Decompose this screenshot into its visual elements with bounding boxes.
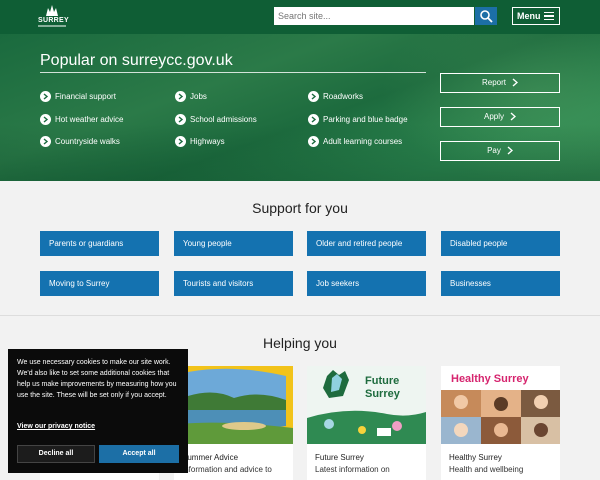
menu-label: Menu [517,11,541,21]
card-title: Healthy Surrey [449,453,502,462]
chevron-right-icon [175,136,186,147]
summer-lake-illustration [174,366,293,444]
logo-text: SURREY [38,17,69,24]
popular-hero: Popular on surreycc.gov.uk Financial sup… [0,34,600,181]
chevron-right-icon [308,136,319,147]
surrey-logo[interactable]: SURREY [38,4,69,30]
card-image-healthy: Healthy Surrey [441,366,560,444]
hero-title: Popular on surreycc.gov.uk [40,52,233,69]
crest-icon [46,5,58,16]
popular-link-label: Parking and blue badge [323,115,408,124]
chevron-right-icon [507,146,513,155]
search-icon [480,10,493,23]
popular-link-roadworks[interactable]: Roadworks [308,91,363,103]
card-image-summer [174,366,293,444]
popular-link-jobs[interactable]: Jobs [175,91,207,103]
chevron-right-icon [40,136,51,147]
tile-disabled-people[interactable]: Disabled people [441,231,560,256]
tile-job-seekers[interactable]: Job seekers [307,271,426,296]
healthy-image-text: Healthy Surrey [451,373,530,385]
popular-link-hot-weather-advice[interactable]: Hot weather advice [40,114,123,126]
chevron-right-icon [175,91,186,102]
hero-divider [40,72,426,73]
tile-businesses[interactable]: Businesses [441,271,560,296]
healthy-surrey-collage: Healthy Surrey [441,366,560,444]
tile-parents-guardians[interactable]: Parents or guardians [40,231,159,256]
tile-older-retired-people[interactable]: Older and retired people [307,231,426,256]
card-title: Summer Advice [182,453,239,462]
popular-link-label: Countryside walks [55,137,120,146]
search-input[interactable] [274,7,474,25]
popular-link-label: Jobs [190,92,207,101]
card-description: Latest information on [315,465,390,474]
future-image-text-1: Future [365,375,399,387]
section-divider [0,315,600,316]
popular-link-label: Adult learning courses [323,137,403,146]
logo-underline [38,25,66,27]
accept-all-button[interactable]: Accept all [99,445,179,463]
helping-card-healthy-surrey[interactable]: Healthy Surrey Healthy Surrey Health and… [441,366,560,480]
popular-link-school-admissions[interactable]: School admissions [175,114,257,126]
helping-card-future-surrey[interactable]: Future Surrey Future Surrey Latest infor… [307,366,426,480]
helping-card-summer-advice[interactable]: Summer Advice Information and advice to [174,366,293,480]
hamburger-icon [544,12,554,20]
cookie-message: We use necessary cookies to make our sit… [17,359,177,399]
chevron-right-icon [308,91,319,102]
popular-link-label: Hot weather advice [55,115,124,124]
future-surrey-illustration: Future Surrey [307,366,426,444]
menu-button[interactable]: Menu [512,7,560,25]
pay-button[interactable]: Pay [440,141,560,161]
apply-label: Apply [483,112,504,121]
chevron-right-icon [512,78,518,87]
report-label: Report [481,78,506,87]
future-image-text-2: Surrey [365,388,401,400]
card-image-future: Future Surrey [307,366,426,444]
report-button[interactable]: Report [440,73,560,93]
card-description: Health and wellbeing [449,465,524,474]
popular-link-countryside-walks[interactable]: Countryside walks [40,136,120,148]
popular-link-label: Highways [190,137,225,146]
popular-link-parking-blue-badge[interactable]: Parking and blue badge [308,114,408,126]
privacy-notice-link[interactable]: View our privacy notice [17,423,95,430]
tile-tourists-visitors[interactable]: Tourists and visitors [174,271,293,296]
chevron-right-icon [308,114,319,125]
card-description: Information and advice to [182,465,272,474]
chevron-right-icon [40,114,51,125]
popular-link-label: School admissions [190,115,257,124]
search-button[interactable] [475,7,497,25]
site-header: SURREY Menu [0,0,600,34]
tile-moving-to-surrey[interactable]: Moving to Surrey [40,271,159,296]
cookie-banner: We use necessary cookies to make our sit… [8,349,188,473]
popular-link-financial-support[interactable]: Financial support [40,91,116,103]
chevron-right-icon [175,114,186,125]
pay-label: Pay [487,146,501,155]
tile-young-people[interactable]: Young people [174,231,293,256]
card-title: Future Surrey [315,453,364,462]
support-title: Support for you [252,200,348,216]
popular-link-highways[interactable]: Highways [175,136,225,148]
popular-link-label: Financial support [55,92,116,101]
popular-link-label: Roadworks [323,92,364,101]
chevron-right-icon [40,91,51,102]
decline-all-button[interactable]: Decline all [17,445,95,463]
chevron-right-icon [510,112,516,121]
popular-link-adult-learning-courses[interactable]: Adult learning courses [308,136,402,148]
apply-button[interactable]: Apply [440,107,560,127]
